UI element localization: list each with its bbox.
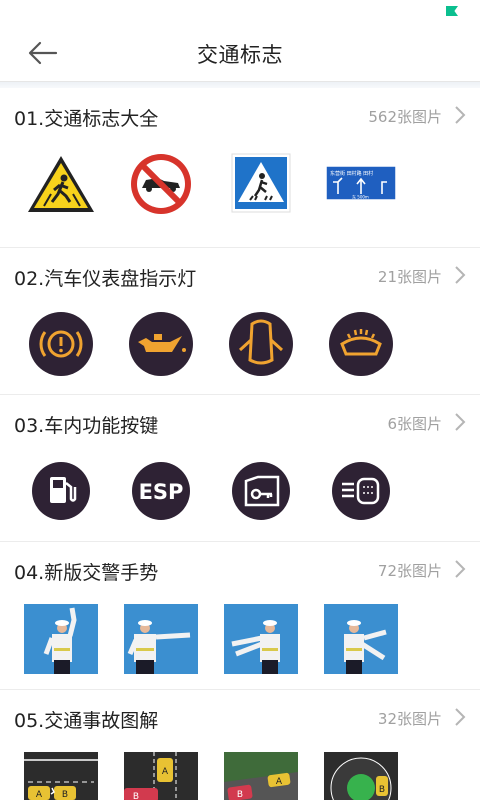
car-label: A	[276, 777, 283, 787]
chevron-right-icon	[455, 413, 466, 431]
section-header[interactable]: 03.车内功能按键 6张图片	[0, 395, 480, 457]
gesture-left-turn-photo[interactable]	[124, 604, 198, 674]
chevron-right-icon	[455, 560, 466, 578]
section-traffic-signs: 01.交通标志大全 562张图片 东营街 田村路 田村 东 500m	[0, 88, 480, 248]
svg-text:东 500m: 东 500m	[352, 194, 369, 200]
fuel-button-icon[interactable]	[24, 457, 98, 525]
chevron-right-icon	[455, 266, 466, 284]
door-key-button-icon[interactable]	[224, 457, 298, 525]
pedestrian-warning-sign-thumb[interactable]	[24, 150, 98, 218]
esp-label: ESP	[139, 480, 184, 504]
chevron-right-icon	[455, 106, 466, 124]
thumb-row: A B A B B A B	[0, 752, 480, 800]
thumb-row: ESP	[0, 457, 480, 543]
no-cars-sign-thumb[interactable]	[124, 150, 198, 218]
status-icon	[446, 6, 458, 16]
gesture-right-turn-photo[interactable]	[324, 604, 398, 674]
section-police-gestures: 04.新版交警手势 72张图片	[0, 542, 480, 690]
section-title: 05.交通事故图解	[14, 710, 159, 732]
car-label: B	[379, 785, 385, 795]
section-header[interactable]: 04.新版交警手势 72张图片	[0, 542, 480, 604]
brake-warning-icon[interactable]	[24, 310, 98, 378]
car-label: A	[162, 767, 169, 777]
section-car-buttons: 03.车内功能按键 6张图片 ESP	[0, 395, 480, 542]
section-header[interactable]: 02.汽车仪表盘指示灯 21张图片	[0, 248, 480, 310]
gesture-slow-down-photo[interactable]	[224, 604, 298, 674]
section-count: 32张图片	[377, 710, 442, 728]
oil-pressure-icon[interactable]	[124, 310, 198, 378]
section-dashboard-lights: 02.汽车仪表盘指示灯 21张图片	[0, 248, 480, 395]
door-open-icon[interactable]	[224, 310, 298, 378]
thumb-row: 东营街 田村路 田村 东 500m	[0, 150, 480, 236]
accident-diagram-rear-end[interactable]: A B	[24, 752, 98, 800]
section-count: 562张图片	[368, 108, 442, 126]
status-bar	[0, 0, 480, 28]
accident-diagram-roundabout[interactable]: B	[324, 752, 398, 800]
car-label: B	[237, 790, 243, 800]
svg-text:东营街 田村路 田村: 东营街 田村路 田村	[330, 170, 373, 177]
accident-diagram-roadside[interactable]: B A	[224, 752, 298, 800]
section-header[interactable]: 05.交通事故图解 32张图片	[0, 690, 480, 752]
gesture-stop-photo[interactable]	[24, 604, 98, 674]
section-header[interactable]: 01.交通标志大全 562张图片	[0, 88, 480, 150]
esp-button-icon[interactable]: ESP	[124, 457, 198, 525]
car-label: B	[62, 790, 68, 800]
section-accident-diagrams: 05.交通事故图解 32张图片 A B A B B A B	[0, 690, 480, 800]
crosswalk-sign-thumb[interactable]	[224, 150, 298, 218]
rear-defrost-button-icon[interactable]	[324, 457, 398, 525]
direction-sign-thumb[interactable]: 东营街 田村路 田村 东 500m	[324, 150, 398, 218]
chevron-right-icon	[455, 708, 466, 726]
thumb-row	[0, 310, 480, 396]
app-header: 交通标志	[0, 28, 480, 82]
thumb-row	[0, 604, 480, 690]
section-title: 04.新版交警手势	[14, 562, 159, 584]
section-title: 03.车内功能按键	[14, 415, 159, 437]
section-count: 6张图片	[387, 415, 442, 433]
section-count: 72张图片	[377, 562, 442, 580]
page-title: 交通标志	[197, 43, 283, 67]
section-title: 01.交通标志大全	[14, 108, 159, 130]
washer-fluid-icon[interactable]	[324, 310, 398, 378]
accident-diagram-side-impact[interactable]: A B	[124, 752, 198, 800]
car-label: B	[133, 792, 139, 800]
section-count: 21张图片	[377, 268, 442, 286]
section-title: 02.汽车仪表盘指示灯	[14, 268, 197, 290]
car-label: A	[36, 790, 43, 800]
